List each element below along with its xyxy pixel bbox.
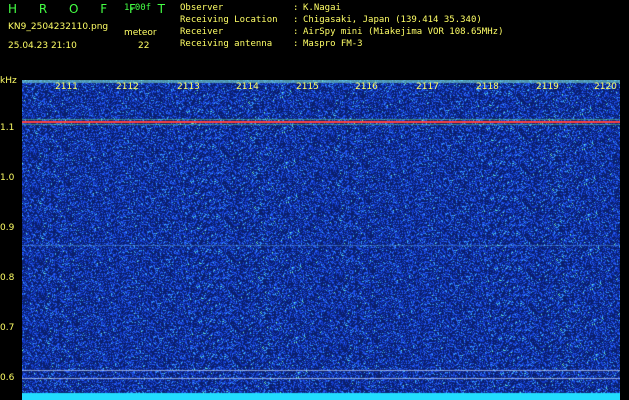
spectrogram-canvas: [22, 80, 620, 400]
x-tick-label: 2116: [355, 82, 378, 92]
y-tick-label: 0.7: [0, 323, 15, 333]
y-tick-label: 1.1: [0, 123, 15, 133]
app-version: 1.00f: [124, 3, 152, 13]
info-value: Chigasaki, Japan (139.414 35.340): [303, 15, 482, 25]
info-value: K.Nagai: [303, 3, 341, 13]
info-separator: :: [293, 15, 299, 25]
info-row-antenna: Receiving antenna : Maspro FM-3: [180, 39, 503, 51]
x-tick-label: 2118: [476, 82, 499, 92]
x-tick-label: 2117: [416, 82, 439, 92]
y-tick-label: 1.0: [0, 173, 15, 183]
y-tick-label: 0.6: [0, 373, 15, 383]
x-tick-label: 2120: [594, 82, 617, 92]
meteor-label: meteor: [124, 28, 157, 38]
info-key: Receiving Location: [180, 15, 278, 25]
x-tick-label: 2114: [236, 82, 259, 92]
x-tick-label: 2112: [116, 82, 139, 92]
x-tick-label: 2119: [536, 82, 559, 92]
y-axis: kHz 1.1 1.0 0.9 0.8 0.7 0.6: [0, 76, 22, 400]
info-separator: :: [293, 27, 299, 37]
capture-datetime: 25.04.23 21:10: [8, 41, 77, 51]
info-key: Observer: [180, 3, 224, 13]
x-tick-label: 2115: [296, 82, 319, 92]
info-value: AirSpy mini (Miakejima VOR 108.65MHz): [303, 27, 504, 37]
y-axis-unit: kHz: [0, 76, 17, 86]
meteor-count: 22: [138, 41, 150, 51]
y-tick-label: 0.9: [0, 223, 15, 233]
spectrogram-plot[interactable]: [22, 80, 620, 400]
x-tick-label: 2113: [177, 82, 200, 92]
info-separator: :: [293, 3, 299, 13]
info-key: Receiving antenna: [180, 39, 273, 49]
y-tick-label: 0.8: [0, 273, 15, 283]
file-name: KN9_2504232110.png: [8, 22, 109, 32]
info-row-location: Receiving Location : Chigasaki, Japan (1…: [180, 15, 503, 27]
info-key: Receiver: [180, 27, 224, 37]
station-info: Observer : K.Nagai Receiving Location : …: [180, 3, 503, 51]
info-value: Maspro FM-3: [303, 39, 363, 49]
x-tick-label: 2111: [55, 82, 78, 92]
info-separator: :: [293, 39, 299, 49]
info-row-observer: Observer : K.Nagai: [180, 3, 503, 15]
info-row-receiver: Receiver : AirSpy mini (Miakejima VOR 10…: [180, 27, 503, 39]
